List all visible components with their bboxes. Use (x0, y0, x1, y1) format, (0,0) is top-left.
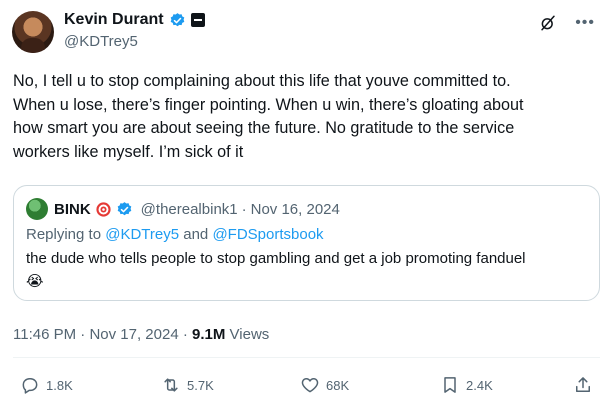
repost-count: 5.7K (187, 377, 214, 393)
views-count: 9.1M (192, 326, 226, 343)
bookmark-icon (444, 377, 456, 393)
quote-header: BINK @therealbink1 · Nov 16, 2024 (26, 198, 340, 220)
tweet-time[interactable]: 11:46 PM (13, 326, 76, 343)
share-button[interactable] (573, 375, 593, 395)
more-options-icon[interactable]: ••• (575, 15, 595, 31)
quote-date: Nov 16, 2024 (250, 200, 340, 218)
bookmark-button[interactable]: 2.4K (440, 375, 493, 395)
quote-verified-badge-icon (117, 201, 131, 215)
views-label: Views (229, 326, 270, 343)
author-name-row: Kevin Durant (64, 11, 205, 29)
share-icon (576, 377, 590, 392)
meta-separator-1: · (80, 326, 86, 343)
author-name[interactable]: Kevin Durant (64, 11, 164, 29)
author-handle[interactable]: @KDTrey5 (64, 33, 138, 50)
meta-separator-2: · (182, 326, 188, 343)
action-bar: 1.8K 5.7K 68K 2.4K (20, 375, 595, 399)
header-actions: ••• (539, 14, 595, 32)
crying-emoji: 😭 (26, 273, 44, 290)
heart-icon (301, 378, 319, 393)
repost-button[interactable]: 5.7K (161, 375, 214, 395)
quote-avatar (26, 198, 48, 220)
quoted-tweet[interactable]: BINK @therealbink1 · Nov 16, 2024 Replyi… (13, 185, 600, 301)
reply-icon (22, 378, 38, 394)
repost-icon (164, 378, 178, 392)
reply-user-link-1[interactable]: @KDTrey5 (105, 226, 179, 243)
tweet-date[interactable]: Nov 17, 2024 (89, 326, 178, 343)
author-avatar[interactable] (12, 11, 54, 53)
verified-badge-icon (170, 12, 184, 26)
affiliate-badge-icon (190, 13, 205, 27)
tweet-meta: 11:46 PM · Nov 17, 2024 · 9.1M Views (13, 326, 269, 343)
reply-button[interactable]: 1.8K (20, 375, 73, 395)
quote-replying-to: Replying to @KDTrey5 and @FDSportsbook (26, 226, 324, 243)
quote-text: the dude who tells people to stop gambli… (26, 250, 526, 267)
reply-user-link-2[interactable]: @FDSportsbook (212, 226, 323, 243)
tweet-header: Kevin Durant @KDTrey5 ••• (12, 8, 597, 56)
quote-separator: · (241, 200, 247, 218)
target-emoji-icon (96, 201, 111, 217)
replying-prefix: Replying to (26, 226, 102, 243)
divider (13, 357, 600, 358)
like-count: 68K (326, 377, 350, 393)
bookmark-count: 2.4K (466, 377, 493, 393)
quote-author-handle: @therealbink1 (140, 200, 238, 218)
replying-and: and (183, 226, 209, 243)
like-button[interactable]: 68K (300, 375, 349, 395)
quote-author-name: BINK (54, 200, 91, 218)
grok-icon[interactable] (539, 14, 557, 32)
reply-count: 1.8K (46, 377, 73, 393)
tweet-text: No, I tell u to stop complaining about t… (13, 72, 524, 161)
